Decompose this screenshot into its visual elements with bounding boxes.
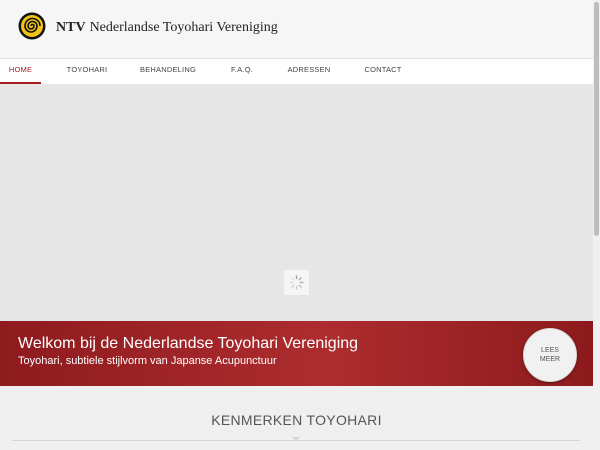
site-title[interactable]: NTV Nederlandse Toyohari Vereniging <box>56 20 278 36</box>
welcome-banner <box>0 321 593 386</box>
divider-arrow-icon <box>292 437 300 441</box>
main-nav: HOME TOYOHARI BEHANDELING F.A.Q. ADRESSE… <box>0 59 593 85</box>
brand-short: NTV <box>56 20 86 35</box>
nav-item-toyohari[interactable]: TOYOHARI <box>64 59 110 84</box>
brand-name: Nederlandse Toyohari Vereniging <box>89 20 278 35</box>
nav-item-behandeling[interactable]: BEHANDELING <box>138 59 198 84</box>
banner-title: Welkom bij de Nederlandse Toyohari Veren… <box>18 335 359 352</box>
read-more-button[interactable]: LEES MEER <box>523 328 577 382</box>
site-header: NTV Nederlandse Toyohari Vereniging <box>0 0 593 59</box>
section-title: KENMERKEN TOYOHARI <box>211 412 382 428</box>
nav-item-adressen[interactable]: ADRESSEN <box>286 59 332 84</box>
scrollbar-thumb[interactable] <box>594 2 599 236</box>
nav-item-home[interactable]: HOME <box>0 59 41 84</box>
spinner-icon <box>284 270 309 295</box>
spiral-logo-icon[interactable] <box>18 12 46 40</box>
nav-item-faq[interactable]: F.A.Q. <box>226 59 258 84</box>
nav-item-contact[interactable]: CONTACT <box>362 59 404 84</box>
read-more-label: LEES MEER <box>539 347 561 363</box>
banner-subtitle: Toyohari, subtiele stijlvorm van Japanse… <box>18 355 277 367</box>
